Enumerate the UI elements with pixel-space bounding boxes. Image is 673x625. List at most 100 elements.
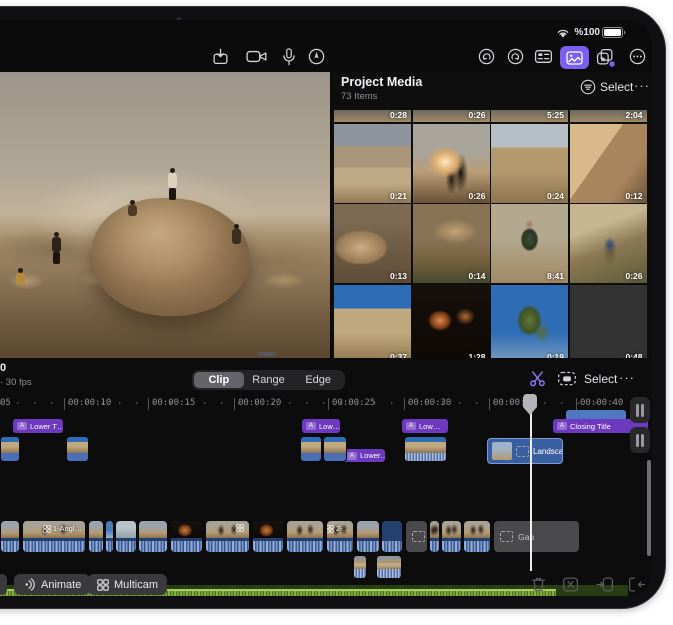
filter-icon[interactable] xyxy=(580,79,596,95)
video-clip[interactable] xyxy=(286,520,324,553)
timeline-vertical-scrollbar[interactable] xyxy=(647,460,651,556)
effects-icon[interactable] xyxy=(596,48,615,67)
trash-icon[interactable] xyxy=(530,576,547,593)
playhead[interactable] xyxy=(530,397,532,571)
mode-option-range[interactable]: Range xyxy=(244,372,294,388)
wifi-icon xyxy=(556,28,570,39)
multicam-button[interactable]: Multicam xyxy=(88,574,167,595)
connected-clip[interactable] xyxy=(323,436,347,462)
media-thumbnail[interactable]: 0:14 xyxy=(413,204,490,283)
timeline-select-button[interactable]: Select xyxy=(584,372,617,386)
connected-clip[interactable] xyxy=(404,436,447,462)
audio-waveform xyxy=(327,538,353,552)
audio-waveform xyxy=(253,538,283,552)
audio-waveform xyxy=(89,538,103,552)
clip-duration: 0:21 xyxy=(390,191,407,201)
clip-duration: 1:28 xyxy=(468,352,485,359)
video-clip[interactable] xyxy=(252,520,284,553)
title-clip[interactable]: ALower T… xyxy=(13,419,63,433)
video-clip[interactable] xyxy=(429,520,440,553)
blade-scissors-icon[interactable] xyxy=(528,369,547,388)
title-clip[interactable]: ALow… xyxy=(402,419,448,433)
redo-icon[interactable] xyxy=(507,48,524,65)
title-clip[interactable]: ALow… xyxy=(302,419,340,433)
panel-more-button[interactable]: ··· xyxy=(634,78,650,93)
import-icon[interactable] xyxy=(212,48,229,65)
connected-title-clip[interactable]: Landscap… xyxy=(487,438,563,464)
gap-clip[interactable]: Gap xyxy=(493,520,580,553)
more-icon[interactable] xyxy=(629,48,646,65)
title-clip[interactable]: ALower… xyxy=(343,449,385,462)
video-clip[interactable] xyxy=(356,520,380,553)
video-clip[interactable] xyxy=(138,520,168,553)
inspector-icon[interactable] xyxy=(534,48,553,65)
camera-icon[interactable] xyxy=(246,48,268,65)
media-thumbnail[interactable]: 0:26 xyxy=(413,124,490,203)
clip-duration: 5:25 xyxy=(547,110,564,120)
gap-clip[interactable]: G… xyxy=(405,520,428,553)
timeline-resize-handle[interactable] xyxy=(258,352,276,356)
timeline-bottom-bar: Animate Multicam xyxy=(0,574,652,596)
video-clip[interactable] xyxy=(88,520,104,553)
person-seated xyxy=(128,200,137,216)
video-clip[interactable] xyxy=(0,520,20,553)
media-thumbnail[interactable]: 0:19 xyxy=(491,285,568,359)
pencil-icon[interactable] xyxy=(308,48,325,65)
video-clip[interactable] xyxy=(105,520,114,553)
media-thumbnail[interactable]: 5:25 xyxy=(491,110,568,122)
animate-icon xyxy=(23,578,36,591)
overwrite-icon[interactable] xyxy=(596,576,614,593)
gap-icon xyxy=(500,531,513,542)
video-viewer[interactable]: 00:00:37:14 41 % ··· xyxy=(0,72,330,358)
timeline-more-button[interactable]: ··· xyxy=(619,370,635,385)
media-thumbnail[interactable]: 0:26 xyxy=(570,204,647,283)
media-thumbnail[interactable]: 0:37 xyxy=(334,285,411,359)
media-thumbnail[interactable]: 2:04 xyxy=(570,110,647,122)
clip-duration: 2:04 xyxy=(625,110,642,120)
blade-box-icon[interactable] xyxy=(562,576,579,593)
battery-percentage: %100 xyxy=(574,27,600,38)
video-clip[interactable] xyxy=(441,520,462,553)
panel-item-count: 73 Items xyxy=(341,91,377,102)
mode-option-edge[interactable]: Edge xyxy=(293,372,343,388)
clip-duration: 0:48 xyxy=(625,352,642,359)
connected-clip[interactable] xyxy=(66,436,89,462)
media-thumbnail[interactable]: 1:28 xyxy=(413,285,490,359)
video-clip[interactable] xyxy=(170,520,203,553)
person-left xyxy=(52,232,61,264)
mode-option-clip[interactable]: Clip xyxy=(194,372,244,388)
microphone-icon[interactable] xyxy=(282,48,296,66)
multicam-label: 2-… xyxy=(326,524,350,533)
media-thumbnail[interactable]: 0:28 xyxy=(334,110,411,122)
media-thumbnail[interactable]: 0:12 xyxy=(570,124,647,203)
media-thumbnail[interactable]: 0:13 xyxy=(334,204,411,283)
multicam-clip[interactable]: 2-… xyxy=(326,520,354,553)
connect-clip-icon[interactable] xyxy=(557,369,577,387)
multicam-clip[interactable] xyxy=(205,520,250,553)
clip-thumbnail xyxy=(492,442,512,460)
connected-clip[interactable] xyxy=(0,436,20,462)
media-thumbnail[interactable]: 0:26 xyxy=(413,110,490,122)
title-badge: A xyxy=(557,422,567,430)
animate-button[interactable]: Animate xyxy=(14,574,90,595)
multicam-label xyxy=(236,524,246,532)
media-thumbnail[interactable]: 0:21 xyxy=(334,124,411,203)
clipped-button[interactable] xyxy=(0,574,7,595)
video-clip[interactable] xyxy=(381,520,403,553)
video-clip[interactable] xyxy=(463,520,491,553)
video-clip[interactable] xyxy=(115,520,137,553)
select-button[interactable]: Select xyxy=(600,80,633,94)
undo-icon[interactable] xyxy=(478,48,495,65)
track-height-control-2[interactable] xyxy=(630,427,650,453)
media-thumbnail[interactable]: 0:24 xyxy=(491,124,568,203)
media-thumbnail[interactable]: 8:41 xyxy=(491,204,568,283)
clip-duration: 0:24 xyxy=(547,191,564,201)
audio-waveform xyxy=(116,538,136,552)
media-thumbnail[interactable]: 0:48 xyxy=(570,285,647,359)
track-height-control[interactable] xyxy=(630,397,650,423)
multicam-grid-icon xyxy=(97,579,109,591)
multicam-clip[interactable]: 1-Angl… xyxy=(22,520,86,553)
media-browser-icon[interactable] xyxy=(560,46,589,69)
append-icon[interactable] xyxy=(628,576,646,593)
connected-clip[interactable] xyxy=(300,436,322,462)
